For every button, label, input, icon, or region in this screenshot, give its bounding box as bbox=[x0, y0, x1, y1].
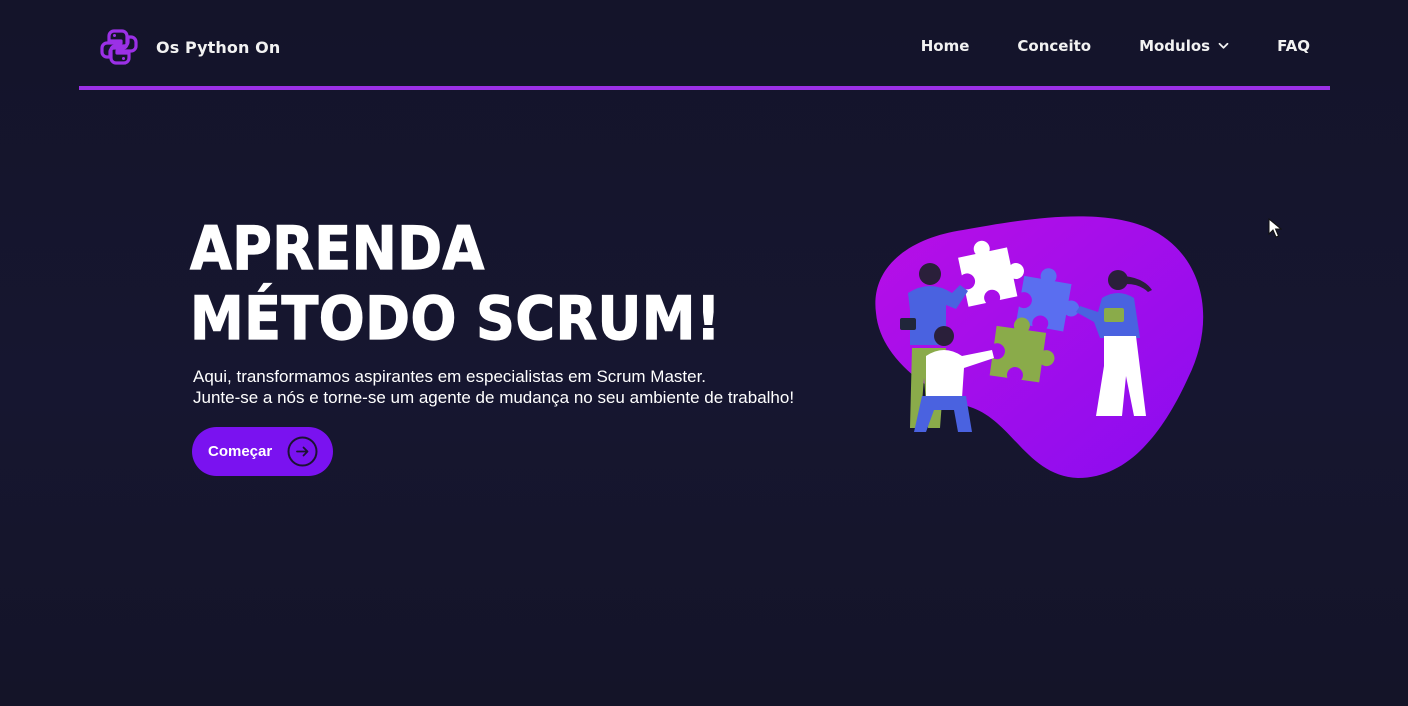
python-logo-icon bbox=[100, 29, 138, 65]
brand-name: Os Python On bbox=[156, 37, 281, 57]
hero-description: Aqui, transformamos aspirantes em especi… bbox=[193, 366, 794, 408]
start-button[interactable]: Começar bbox=[192, 427, 333, 476]
main-nav: Home Conceito Modulos FAQ bbox=[921, 37, 1310, 55]
hero-description-line-2: Junte-se a nós e torne-se um agente de m… bbox=[193, 388, 795, 407]
hero-description-line-1: Aqui, transformamos aspirantes em especi… bbox=[193, 367, 707, 386]
landing-page: Os Python On Home Conceito Modulos FAQ A… bbox=[0, 0, 1408, 706]
nav-conceito[interactable]: Conceito bbox=[1017, 37, 1091, 55]
nav-modulos-label: Modulos bbox=[1139, 37, 1211, 55]
hero-title-line-2: MÉTODO SCRUM! bbox=[189, 283, 722, 354]
hero-title-line-1: APRENDA bbox=[189, 213, 485, 284]
nav-modulos[interactable]: Modulos bbox=[1139, 37, 1229, 55]
hero-title: APRENDA MÉTODO SCRUM! bbox=[189, 213, 722, 354]
brand-link[interactable]: Os Python On bbox=[99, 27, 280, 67]
nav-home[interactable]: Home bbox=[921, 37, 970, 55]
mouse-cursor-icon bbox=[1268, 218, 1282, 238]
chevron-down-icon bbox=[1218, 42, 1229, 49]
nav-faq[interactable]: FAQ bbox=[1277, 37, 1310, 55]
arrow-right-circle-icon bbox=[287, 436, 318, 467]
team-puzzle-illustration bbox=[875, 216, 1204, 479]
site-header: Os Python On Home Conceito Modulos FAQ bbox=[79, 0, 1330, 90]
start-button-label: Começar bbox=[208, 443, 273, 460]
